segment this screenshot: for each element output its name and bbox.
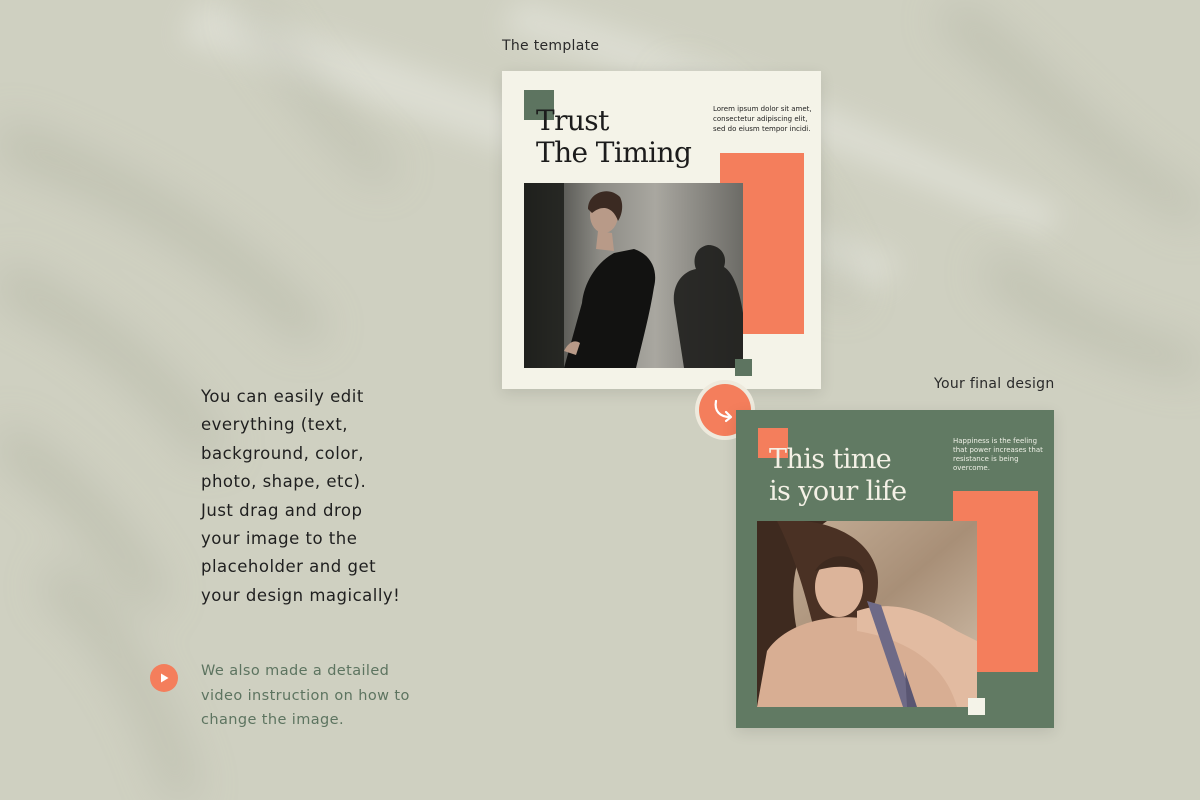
description-line: Just drag and drop bbox=[201, 500, 363, 520]
template-body-line: Lorem ipsum dolor sit amet, bbox=[713, 105, 812, 113]
description-text: You can easily edit everything (text, ba… bbox=[201, 383, 461, 610]
play-video-button[interactable] bbox=[150, 664, 178, 692]
template-body-text: Lorem ipsum dolor sit amet, consectetur … bbox=[713, 104, 813, 134]
accent-square bbox=[968, 698, 985, 715]
template-title-line: Trust bbox=[536, 104, 609, 137]
play-icon bbox=[161, 673, 169, 683]
description-line: your design magically! bbox=[201, 585, 401, 605]
final-body-text: Happiness is the feeling that power incr… bbox=[953, 437, 1049, 473]
final-photo[interactable] bbox=[757, 521, 977, 707]
video-note-line: change the image. bbox=[201, 712, 344, 728]
template-photo[interactable] bbox=[524, 183, 743, 368]
final-body-line: that power increases that bbox=[953, 446, 1043, 454]
video-note-line: We also made a detailed bbox=[201, 663, 390, 679]
description-line: your image to the bbox=[201, 529, 358, 549]
template-body-line: consectetur adipiscing elit, bbox=[713, 115, 808, 123]
final-label: Your final design bbox=[934, 376, 1055, 392]
final-title-line: is your life bbox=[769, 476, 907, 507]
description-line: everything (text, bbox=[201, 415, 349, 435]
description-line: placeholder and get bbox=[201, 557, 377, 577]
final-body-line: Happiness is the feeling bbox=[953, 437, 1038, 445]
template-title: Trust The Timing bbox=[536, 104, 692, 169]
template-label: The template bbox=[502, 38, 600, 54]
final-body-line: overcome. bbox=[953, 464, 990, 472]
final-body-line: resistance is being bbox=[953, 455, 1019, 463]
template-body-line: sed do eiusm tempor incidi. bbox=[713, 125, 811, 133]
template-card[interactable]: Trust The Timing Lorem ipsum dolor sit a… bbox=[502, 71, 821, 389]
description-line: background, color, bbox=[201, 443, 364, 463]
video-instruction-text: We also made a detailed video instructio… bbox=[201, 659, 441, 733]
final-card[interactable]: This time is your life Happiness is the … bbox=[736, 410, 1054, 728]
description-line: You can easily edit bbox=[201, 387, 364, 406]
accent-square bbox=[735, 359, 752, 376]
video-note-line: video instruction on how to bbox=[201, 687, 410, 704]
final-title-line: This time bbox=[769, 444, 892, 475]
final-title: This time is your life bbox=[769, 444, 907, 508]
template-title-line: The Timing bbox=[536, 136, 692, 169]
description-line: photo, shape, etc). bbox=[201, 472, 367, 492]
